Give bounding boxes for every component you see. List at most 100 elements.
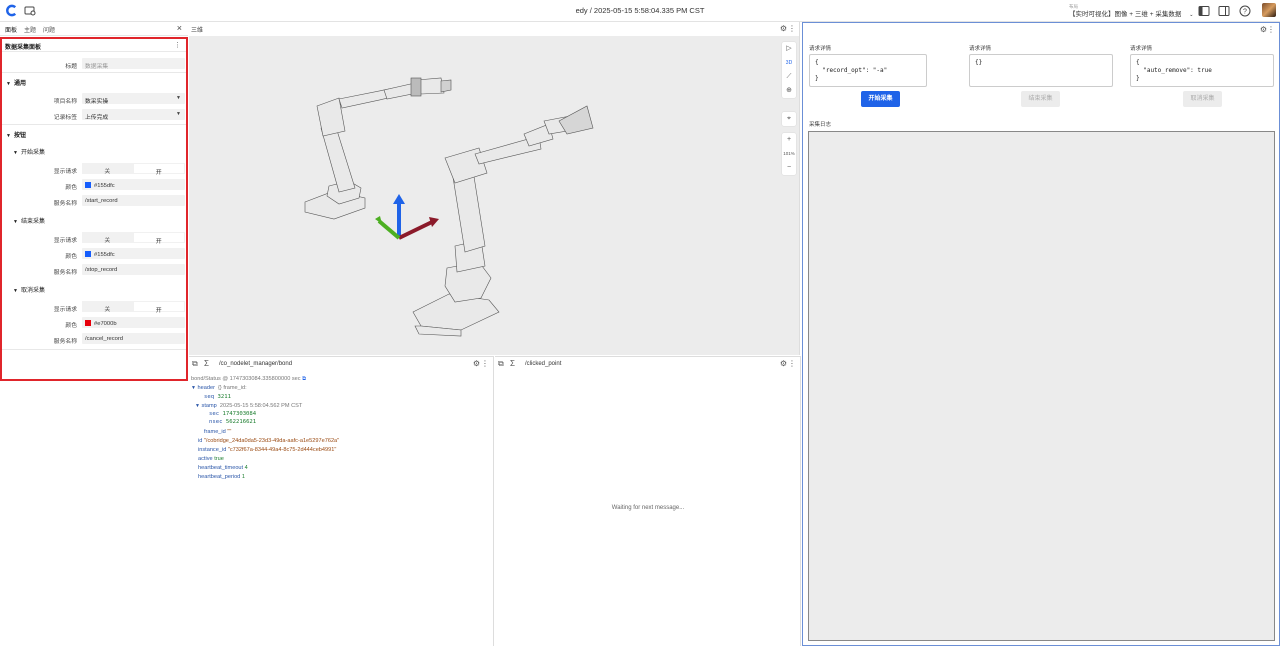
subsection-stop-record[interactable]: ▼ 结束采集 — [13, 216, 45, 225]
svg-text:?: ? — [1243, 9, 1247, 16]
zoom-in-button[interactable]: + — [782, 133, 796, 147]
collect-log-area[interactable] — [808, 131, 1275, 641]
topic-path[interactable]: /clicked_point — [525, 361, 561, 367]
cancel-request-editor[interactable]: { "auto_remove": true } — [1130, 54, 1274, 87]
project-select[interactable]: 数采实操 ▼ — [82, 93, 185, 105]
panel-raw-header: ⧉ Σ /co_nodelet_manager/bond ⚙ ⋮ — [189, 357, 493, 371]
more-options-icon[interactable]: ⋮ — [174, 41, 181, 49]
color-label: 颜色 — [65, 185, 77, 191]
panel-settings-title: 数据采集面板 — [5, 45, 42, 51]
close-icon[interactable]: × — [177, 23, 182, 33]
right-sidebar-toggle-icon[interactable] — [1218, 5, 1230, 17]
panel-settings-header: 数据采集面板 ⋮ — [2, 39, 186, 52]
subsection-start-record[interactable]: ▼ 开始采集 — [13, 147, 45, 156]
triangle-down-icon: ▼ — [6, 81, 11, 87]
field-key: heartbeat_timeout — [198, 465, 244, 471]
left-sidebar-toggle-icon[interactable] — [1198, 5, 1210, 17]
start-record-button[interactable]: 开始采集 — [861, 91, 900, 107]
show-request-toggle[interactable]: 关开 — [82, 232, 185, 245]
color-swatch[interactable] — [85, 182, 91, 188]
color-label: 颜色 — [65, 254, 77, 260]
panel-settings: 数据采集面板 ⋮ 标题 数据采集 ▼ 通用 项目名称 数采实操 ▼ 记录标签 上传完… — [0, 37, 188, 381]
field-sec: sec 1747303084 — [209, 411, 256, 417]
subsection-cancel-record[interactable]: ▼ 取消采集 — [13, 285, 45, 294]
top-bar: edy / 2025-05-15 5:58:04.335 PM CST 布局 【… — [0, 0, 1280, 22]
triangle-down-icon: ▼ — [195, 403, 200, 409]
more-options-icon[interactable]: ⋮ — [788, 359, 796, 368]
more-options-icon[interactable]: ⋮ — [788, 24, 796, 33]
setting-row-service: 服务名称 /start_record — [2, 195, 186, 207]
color-label: 颜色 — [65, 323, 77, 329]
color-swatch[interactable] — [85, 320, 91, 326]
stop-request-editor[interactable]: {} — [969, 54, 1113, 87]
panel-type-icon[interactable]: ⧉ — [498, 359, 504, 369]
service-input[interactable]: /cancel_record — [82, 333, 185, 344]
title-input[interactable]: 数据采集 — [82, 58, 185, 70]
topic-path[interactable]: /co_nodelet_manager/bond — [219, 361, 292, 367]
color-input[interactable]: #e7000b — [82, 317, 185, 328]
cancel-record-button[interactable]: 取消采集 — [1183, 91, 1222, 107]
toggle-off[interactable]: 关 — [82, 163, 133, 175]
avatar[interactable] — [1262, 3, 1276, 17]
field-value: 1747303084 — [222, 411, 257, 417]
robot-scene[interactable] — [189, 36, 779, 354]
field-key: stamp — [201, 403, 217, 409]
zoom-out-button[interactable]: − — [782, 161, 796, 175]
play-icon[interactable]: ▷ — [782, 42, 796, 56]
triangle-down-icon: ▼ — [6, 133, 11, 139]
publish-point-icon[interactable]: ⊕ — [782, 84, 796, 98]
setting-row-service: 服务名称 /stop_record — [2, 264, 186, 276]
panel-type-icon[interactable]: ⧉ — [192, 359, 198, 369]
color-value: #e7000b — [94, 321, 117, 327]
stop-record-button[interactable]: 结束采集 — [1021, 91, 1060, 107]
record-tag-select[interactable]: 上传完成 ▼ — [82, 109, 185, 121]
robot-arm-2 — [412, 105, 594, 337]
more-options-icon[interactable]: ⋮ — [481, 359, 489, 368]
help-icon[interactable]: ? — [1239, 5, 1251, 17]
section-general[interactable]: ▼ 通用 — [6, 78, 26, 87]
field-hint: {} frame_id: — [218, 385, 247, 391]
copy-icon[interactable]: ⧉ — [302, 376, 306, 382]
toggle-off[interactable]: 关 — [82, 301, 133, 313]
focus-icon[interactable]: ⌖ — [782, 112, 796, 126]
start-request-editor[interactable]: { "record_opt": "-a" } — [809, 54, 927, 87]
toggle-off[interactable]: 关 — [82, 232, 133, 244]
toggle-on[interactable]: 开 — [133, 164, 184, 176]
field-nsec: nsec 562216621 — [209, 419, 256, 425]
view-3d-toggle[interactable]: 3D — [782, 56, 796, 70]
request-detail-label: 请求详情 — [809, 46, 832, 52]
show-request-toggle[interactable]: 关开 — [82, 301, 185, 314]
tab-panel[interactable]: 面板 — [5, 25, 17, 34]
gear-icon[interactable]: ⚙ — [780, 24, 787, 33]
ruler-icon[interactable]: ⟋ — [782, 70, 796, 84]
service-label: 服务名称 — [53, 201, 77, 207]
toggle-on[interactable]: 开 — [133, 233, 184, 245]
show-request-label: 显示请求 — [53, 238, 77, 244]
toggle-on[interactable]: 开 — [133, 302, 184, 314]
show-request-toggle[interactable]: 关开 — [82, 163, 185, 176]
frame-axes — [375, 194, 439, 240]
field-header[interactable]: ▼ header {} frame_id: — [191, 385, 247, 391]
gear-icon[interactable]: ⚙ — [780, 359, 787, 368]
tab-topics[interactable]: 主题 — [24, 25, 36, 34]
gear-icon[interactable]: ⚙ — [1260, 25, 1267, 34]
tab-problems[interactable]: 问题 — [43, 25, 55, 34]
project-value: 数采实操 — [85, 99, 109, 105]
color-swatch[interactable] — [85, 251, 91, 257]
setting-row-record-tag: 记录标签 上传完成 ▼ — [2, 109, 186, 121]
zoom-level: 101% — [783, 151, 795, 156]
sigma-icon[interactable]: Σ — [510, 359, 515, 368]
section-general-label: 通用 — [13, 81, 26, 87]
color-input[interactable]: #155dfc — [82, 179, 185, 190]
field-stamp[interactable]: ▼ stamp 2025-05-15 5:58:04.562 PM CST — [195, 403, 302, 409]
collect-log-label: 采集日志 — [809, 122, 832, 128]
section-buttons[interactable]: ▼ 按钮 — [6, 130, 26, 139]
service-input[interactable]: /stop_record — [82, 264, 185, 275]
more-options-icon[interactable]: ⋮ — [1267, 25, 1275, 34]
gear-icon[interactable]: ⚙ — [473, 359, 480, 368]
color-input[interactable]: #155dfc — [82, 248, 185, 259]
field-heartbeat-period: heartbeat_period 1 — [198, 474, 245, 480]
service-input[interactable]: /start_record — [82, 195, 185, 206]
sigma-icon[interactable]: Σ — [204, 359, 209, 368]
layout-selector[interactable]: 布局 【实时可视化】图像 + 三维 + 采集数据 ⌄ — [1069, 3, 1193, 19]
